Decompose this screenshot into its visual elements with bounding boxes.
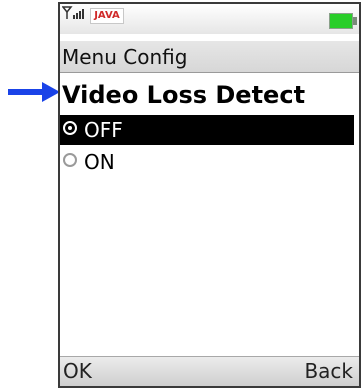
softkey-bar: OK Back <box>60 356 359 386</box>
radio-unselected-icon[interactable] <box>63 153 77 167</box>
pointer-arrow-icon <box>8 82 60 102</box>
phone-screen: JAVA Menu Config Video Loss Detect OFF O… <box>58 2 361 388</box>
back-softkey[interactable]: Back <box>304 358 353 384</box>
option-on[interactable]: ON <box>60 147 354 177</box>
signal-strength-icon <box>62 6 84 19</box>
menu-title: Menu Config <box>60 41 359 73</box>
option-off[interactable]: OFF <box>60 115 354 145</box>
java-icon: JAVA <box>90 8 124 24</box>
status-bar: JAVA <box>60 4 359 34</box>
screen-heading: Video Loss Detect <box>62 81 306 109</box>
ok-softkey[interactable]: OK <box>63 358 92 384</box>
option-on-label: ON <box>84 150 115 174</box>
radio-selected-icon[interactable] <box>63 121 77 135</box>
battery-icon <box>329 13 353 29</box>
battery-cap <box>353 17 357 25</box>
option-off-label: OFF <box>84 118 123 142</box>
